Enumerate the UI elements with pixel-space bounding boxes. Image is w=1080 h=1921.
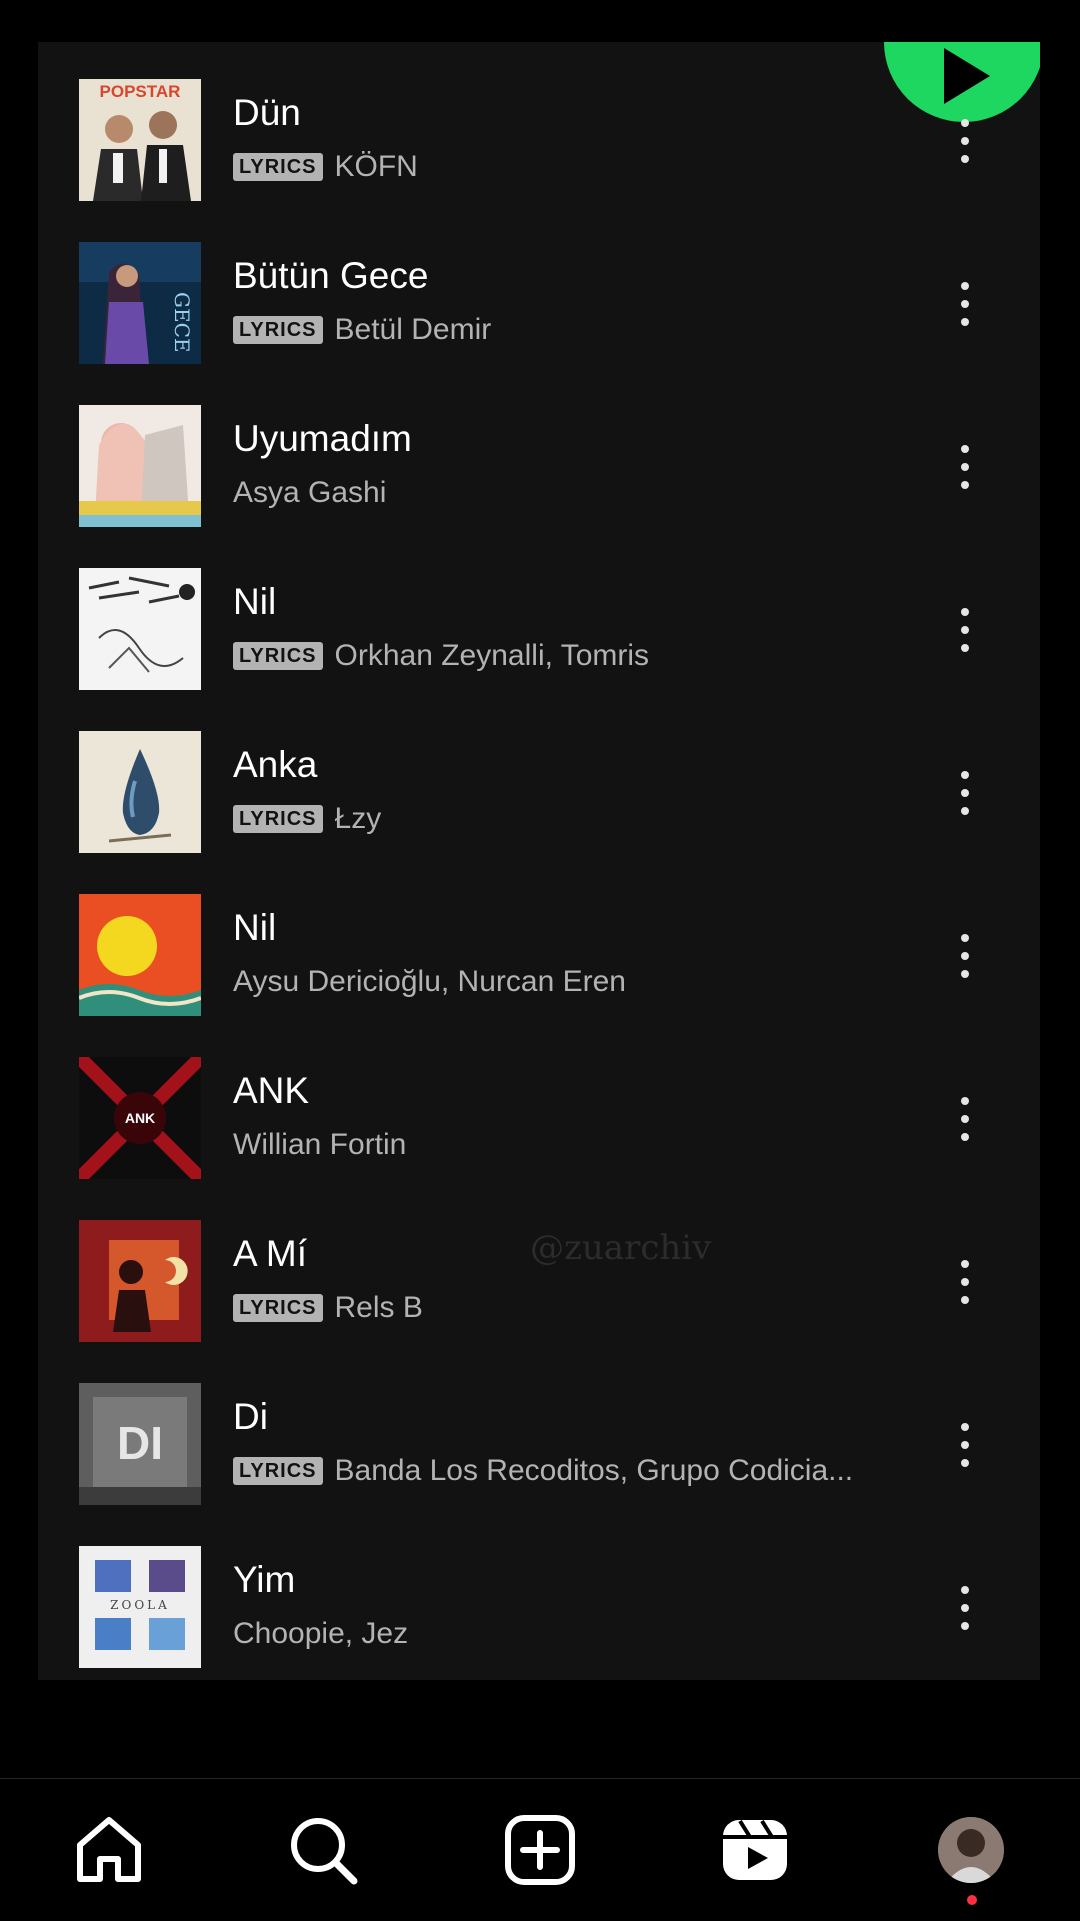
track-artist: Łzy	[334, 802, 382, 835]
track-row[interactable]: DI Di LYRICS Banda Los Recoditos, Grupo …	[38, 1346, 1040, 1509]
track-meta: LYRICS Łzy	[233, 801, 381, 837]
avatar[interactable]	[938, 1817, 1004, 1883]
cover-text: ZOOLA	[110, 1598, 170, 1612]
track-meta: LYRICS KÖFN	[233, 149, 418, 185]
track-artist: Rels B	[334, 1291, 423, 1324]
more-options-icon[interactable]	[960, 771, 970, 815]
track-artist: Aysu Dericioğlu, Nurcan Eren	[233, 965, 626, 998]
lyrics-badge: LYRICS	[233, 153, 323, 181]
lyrics-badge: LYRICS	[233, 316, 323, 344]
track-meta: LYRICS Betül Demir	[233, 312, 491, 348]
track-title: Bütün Gece	[233, 255, 429, 296]
track-meta: Willian Fortin	[233, 1127, 406, 1163]
album-cover	[79, 1220, 201, 1342]
track-title: ANK	[233, 1070, 310, 1111]
more-options-icon[interactable]	[960, 282, 970, 326]
track-artist: Banda Los Recoditos, Grupo Codicia...	[334, 1454, 854, 1487]
cover-text: DI	[117, 1417, 163, 1469]
track-title: Nil	[233, 581, 277, 622]
album-cover: POPSTAR	[79, 79, 201, 201]
nav-create[interactable]	[503, 1813, 577, 1887]
track-title: Nil	[233, 907, 277, 948]
more-options-icon[interactable]	[960, 934, 970, 978]
lyrics-badge: LYRICS	[233, 1457, 323, 1485]
playlist-panel: POPSTAR Dün LYRICS KÖFN GECE Bütün Gece …	[38, 42, 1040, 1680]
bottom-nav	[0, 1778, 1080, 1921]
track-meta: LYRICS Orkhan Zeynalli, Tomris	[233, 638, 649, 674]
nav-search[interactable]	[286, 1813, 360, 1887]
track-artist: Orkhan Zeynalli, Tomris	[334, 639, 650, 672]
track-row[interactable]: POPSTAR Dün LYRICS KÖFN	[38, 42, 1040, 205]
search-icon	[291, 1818, 358, 1885]
track-title: Dün	[233, 92, 301, 133]
more-options-icon[interactable]	[960, 1260, 970, 1304]
album-cover: ANK	[79, 1057, 201, 1179]
reels-icon	[723, 1819, 787, 1880]
more-options-icon[interactable]	[960, 608, 970, 652]
more-options-icon[interactable]	[960, 1586, 970, 1630]
more-options-icon[interactable]	[960, 119, 970, 163]
lyrics-badge: LYRICS	[233, 1294, 323, 1322]
track-meta: Asya Gashi	[233, 475, 386, 511]
more-options-icon[interactable]	[960, 445, 970, 489]
add-square-icon	[505, 1815, 575, 1885]
album-cover: ZOOLA	[79, 1546, 201, 1668]
nav-reels[interactable]	[718, 1813, 792, 1887]
track-title: Di	[233, 1396, 268, 1437]
lyrics-badge: LYRICS	[233, 805, 323, 833]
track-artist: Willian Fortin	[233, 1128, 407, 1161]
track-row[interactable]: ANK ANK Willian Fortin	[38, 1020, 1040, 1183]
album-cover	[79, 894, 201, 1016]
album-cover	[79, 405, 201, 527]
track-row[interactable]: Nil LYRICS Orkhan Zeynalli, Tomris	[38, 531, 1040, 694]
album-cover: DI	[79, 1383, 201, 1505]
cover-text: POPSTAR	[100, 82, 181, 101]
cover-text: ANK	[125, 1110, 155, 1126]
track-row[interactable]: GECE Bütün Gece LYRICS Betül Demir	[38, 205, 1040, 368]
track-title: A Mí	[233, 1233, 308, 1274]
track-meta: Choopie, Jez	[233, 1616, 408, 1652]
track-artist: Choopie, Jez	[233, 1617, 409, 1650]
album-cover: GECE	[79, 242, 201, 364]
track-title: Anka	[233, 744, 318, 785]
home-icon	[77, 1817, 141, 1882]
more-options-icon[interactable]	[960, 1423, 970, 1467]
watermark: @zuarchiv	[530, 1228, 712, 1268]
track-row[interactable]: Anka LYRICS Łzy	[38, 694, 1040, 857]
track-artist: Asya Gashi	[233, 476, 387, 509]
track-row[interactable]: Uyumadım Asya Gashi	[38, 368, 1040, 531]
track-artist: Betül Demir	[334, 313, 492, 346]
track-row[interactable]: ZOOLA Yim Choopie, Jez	[38, 1509, 1040, 1672]
svg-text:GECE: GECE	[170, 292, 194, 352]
album-cover	[79, 731, 201, 853]
track-meta: Aysu Dericioğlu, Nurcan Eren	[233, 964, 626, 1000]
track-title: Uyumadım	[233, 418, 412, 459]
track-title: Yim	[233, 1559, 296, 1600]
track-meta: LYRICS Banda Los Recoditos, Grupo Codici…	[233, 1453, 853, 1489]
track-meta: LYRICS Rels B	[233, 1290, 423, 1326]
notification-dot	[967, 1895, 977, 1905]
lyrics-badge: LYRICS	[233, 642, 323, 670]
album-cover	[79, 568, 201, 690]
track-row[interactable]: Nil Aysu Dericioğlu, Nurcan Eren	[38, 857, 1040, 1020]
track-artist: KÖFN	[334, 150, 418, 183]
nav-home[interactable]	[72, 1813, 146, 1887]
more-options-icon[interactable]	[960, 1097, 970, 1141]
